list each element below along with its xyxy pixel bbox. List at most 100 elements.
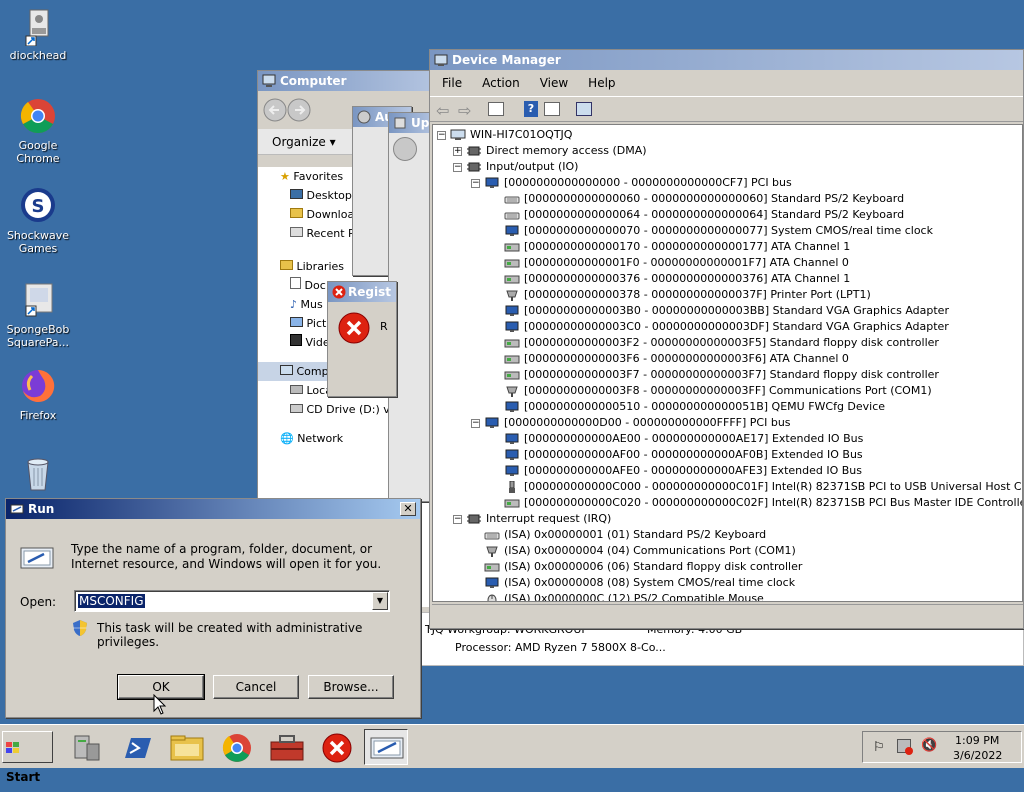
device-tree-item[interactable]: − [0000000000000000 - 0000000000000CF7] P… (433, 175, 792, 191)
device-tree-item[interactable]: [000000000000AE00 - 000000000000AE17] Ex… (433, 431, 863, 447)
desktop-icon-spongebob[interactable]: SpongeBob SquarePa... (0, 280, 76, 349)
device-tree-item[interactable]: [00000000000003F2 - 00000000000003F5] St… (433, 335, 939, 351)
shortcut-icon (18, 280, 58, 320)
device-tree-item[interactable]: [0000000000000070 - 0000000000000077] Sy… (433, 223, 933, 239)
device-tree-item[interactable]: [0000000000000064 - 0000000000000064] St… (433, 207, 904, 223)
menu-action[interactable]: Action (472, 73, 530, 93)
windows-logo-icon (6, 740, 20, 754)
monitor-icon (484, 577, 500, 589)
view-icon[interactable] (544, 102, 560, 116)
computer-window-titlebar[interactable]: Computer (258, 71, 446, 91)
desktop-icon-firefox[interactable]: Firefox (0, 366, 76, 422)
taskbar-chrome[interactable] (214, 729, 258, 765)
device-tree-item[interactable]: (ISA) 0x0000000C (12) PS/2 Compatible Mo… (433, 591, 764, 601)
help-icon[interactable]: ? (524, 101, 538, 117)
back-forward-icon[interactable] (262, 97, 322, 123)
desktop-icon-label: Shockwave Games (6, 229, 70, 255)
collapse-icon[interactable]: − (453, 162, 462, 172)
taskbar-explorer[interactable] (164, 729, 208, 765)
back-arrow-icon[interactable]: ⇦ (436, 101, 449, 120)
device-tree-item[interactable]: [0000000000000060 - 0000000000000060] St… (433, 191, 904, 207)
device-tree-label: (ISA) 0x00000001 (01) Standard PS/2 Keyb… (504, 528, 767, 541)
device-tree-item[interactable]: [0000000000000376 - 0000000000000376] AT… (433, 271, 850, 287)
open-input[interactable]: MSCONFIG (78, 594, 145, 608)
chip-icon (466, 513, 482, 525)
desktop-icon-label: Firefox (19, 409, 57, 422)
start-button[interactable]: Start (2, 731, 53, 784)
device-tree-item[interactable]: − WIN-HI7C01OQTJQ (433, 127, 572, 143)
device-tree-item[interactable]: [00000000000001F0 - 00000000000001F7] AT… (433, 255, 849, 271)
scan-hardware-icon[interactable] (576, 102, 592, 116)
network-icon: 🌐 (280, 432, 294, 445)
menu-file[interactable]: File (432, 73, 472, 93)
device-tree-item[interactable]: − Input/output (IO) (433, 159, 578, 175)
device-tree-item[interactable]: [000000000000AFE0 - 000000000000AFE3] Ex… (433, 463, 862, 479)
desktop-icon-chrome[interactable]: Google Chrome (0, 96, 76, 165)
device-tree-item[interactable]: + Direct memory access (DMA) (433, 143, 647, 159)
flag-icon[interactable]: ⚐ (873, 740, 885, 755)
open-combobox[interactable]: MSCONFIG ▼ (74, 590, 390, 612)
desktop-icon-recycle-bin[interactable] (0, 454, 76, 497)
device-tree-label: [00000000000003F2 - 00000000000003F5] St… (524, 336, 939, 349)
expand-icon[interactable]: + (453, 146, 462, 156)
device-tree-item[interactable]: − [0000000000000D00 - 000000000000FFFF] P… (433, 415, 791, 431)
close-icon[interactable]: ✕ (400, 502, 416, 516)
taskbar-server-manager[interactable] (64, 729, 108, 765)
device-tree-item[interactable]: [0000000000000378 - 000000000000037F] Pr… (433, 287, 871, 303)
taskbar: Start ⚐ 🔇 1:09 PM 3/6/2022 (0, 724, 1024, 784)
chevron-down-icon[interactable]: ▼ (372, 592, 388, 610)
desktop-icon-shockwave[interactable]: S Shockwave Games (0, 186, 76, 255)
device-tree-item[interactable]: [000000000000C020 - 000000000000C02F] In… (433, 495, 1022, 511)
collapse-icon[interactable]: − (453, 514, 462, 524)
device-tree-item[interactable]: (ISA) 0x00000006 (06) Standard floppy di… (433, 559, 802, 575)
collapse-icon[interactable]: − (471, 418, 480, 428)
device-tree-label: (ISA) 0x00000008 (08) System CMOS/real t… (504, 576, 796, 589)
run-dialog-titlebar[interactable]: Run ✕ (6, 499, 420, 519)
menu-help[interactable]: Help (578, 73, 625, 93)
device-tree-item[interactable]: [0000000000000510 - 000000000000051B] QE… (433, 399, 885, 415)
processor-text: Processor: AMD Ryzen 7 5800X 8-Co... (455, 641, 666, 654)
device-tree-item[interactable]: (ISA) 0x00000008 (08) System CMOS/real t… (433, 575, 795, 591)
star-icon: ★ (280, 170, 290, 183)
device-tree-label: [0000000000000376 - 0000000000000376] AT… (524, 272, 851, 285)
device-tree-item[interactable]: [000000000000C000 - 000000000000C01F] In… (433, 479, 1022, 495)
taskbar-run[interactable] (364, 729, 408, 765)
cancel-button[interactable]: Cancel (213, 675, 299, 699)
monitor-icon (504, 401, 520, 413)
forward-arrow-icon[interactable]: ⇨ (458, 101, 471, 120)
clock-time[interactable]: 1:09 PM (955, 734, 999, 747)
registry-error-titlebar[interactable]: Regist (328, 282, 396, 302)
device-tree-item[interactable]: [000000000000AF00 - 000000000000AF0B] Ex… (433, 447, 863, 463)
organize-button[interactable]: Organize ▾ (272, 135, 336, 149)
device-tree-item[interactable]: (ISA) 0x00000004 (04) Communications Por… (433, 543, 796, 559)
speaker-muted-icon[interactable]: 🔇 (921, 738, 937, 753)
folder-icon (290, 208, 303, 218)
browse-button[interactable]: Browse... (308, 675, 394, 699)
device-tree-item[interactable]: [00000000000003F6 - 00000000000003F6] AT… (433, 351, 849, 367)
collapse-icon[interactable]: − (437, 130, 446, 140)
taskbar-powershell[interactable] (114, 729, 158, 765)
device-tree-item[interactable]: [00000000000003F7 - 00000000000003F7] St… (433, 367, 939, 383)
taskbar-error[interactable] (314, 729, 358, 765)
system-tray: ⚐ 🔇 1:09 PM 3/6/2022 (862, 731, 1022, 763)
run-icon (370, 737, 404, 759)
device-tree-item[interactable]: − Interrupt request (IRQ) (433, 511, 611, 527)
clock-date[interactable]: 3/6/2022 (953, 749, 1002, 762)
desktop-icon-diockhead[interactable]: diockhead (0, 6, 76, 62)
device-tree-item[interactable]: [00000000000003C0 - 00000000000003DF] St… (433, 319, 949, 335)
device-tree-item[interactable]: [0000000000000170 - 0000000000000177] AT… (433, 239, 850, 255)
device-tree-item[interactable]: [00000000000003F8 - 00000000000003FF] Co… (433, 383, 932, 399)
collapse-icon[interactable]: − (471, 178, 480, 188)
menu-view[interactable]: View (530, 73, 578, 93)
window-title: Computer (280, 74, 347, 88)
device-tree-item[interactable]: [00000000000003B0 - 00000000000003BB] St… (433, 303, 949, 319)
device-manager-toolbar: ⇦ ⇨ ? (430, 96, 1023, 122)
back-icon[interactable] (393, 137, 417, 161)
properties-icon[interactable] (488, 102, 504, 116)
device-tree-label: [00000000000003B0 - 00000000000003BB] St… (524, 304, 949, 317)
device-tree-item[interactable]: (ISA) 0x00000001 (01) Standard PS/2 Keyb… (433, 527, 766, 543)
taskbar-toolbox[interactable] (264, 729, 308, 765)
device-manager-titlebar[interactable]: Device Manager (430, 50, 1023, 70)
network-error-icon[interactable] (897, 739, 913, 755)
monitor-icon (504, 465, 520, 477)
